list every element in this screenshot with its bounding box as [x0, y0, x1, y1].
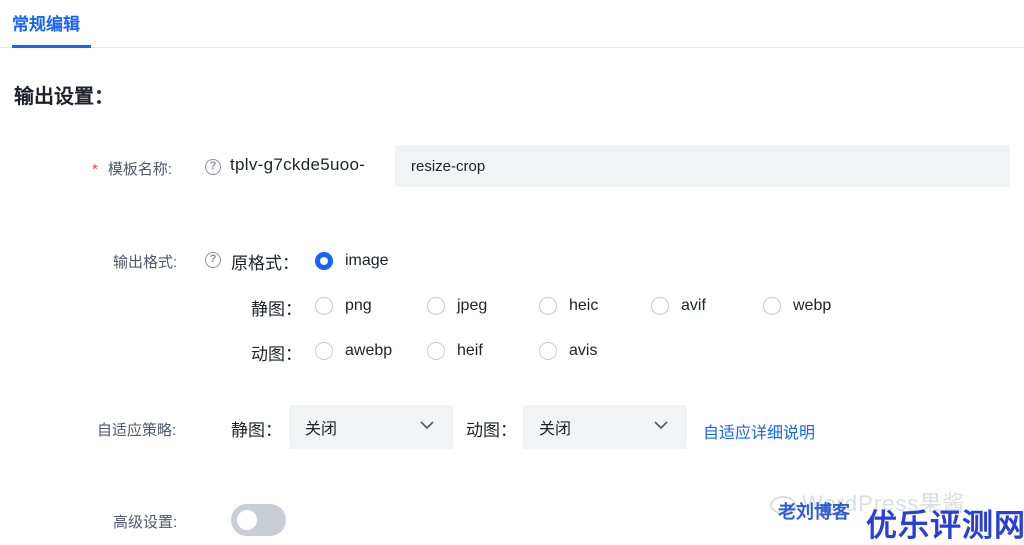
radio-label: avif: [681, 297, 706, 314]
radio-png[interactable]: png: [315, 297, 372, 315]
chevron-down-icon: [654, 421, 668, 430]
radio-circle[interactable]: [539, 297, 557, 315]
radio-label: webp: [793, 297, 832, 314]
advanced-settings-label: 高级设置:: [113, 514, 178, 531]
radio-circle[interactable]: [315, 342, 333, 360]
radio-circle[interactable]: [315, 297, 333, 315]
static-format-label: 静图：: [251, 300, 302, 319]
help-icon[interactable]: ?: [205, 252, 221, 268]
adaptive-help-link[interactable]: 自适应详细说明: [703, 419, 815, 443]
radio-label: avis: [569, 342, 598, 359]
adaptive-static-label: 静图：: [231, 421, 282, 440]
template-name-input[interactable]: [395, 145, 1010, 187]
radio-label: png: [345, 297, 372, 314]
radio-label: awebp: [345, 342, 393, 359]
help-icon[interactable]: ?: [205, 159, 221, 175]
radio-circle[interactable]: [315, 252, 333, 270]
template-name-prefix: tplv-g7ckde5uoo-: [230, 155, 366, 174]
radio-avis[interactable]: avis: [539, 342, 597, 360]
adaptive-animated-select[interactable]: 关闭: [523, 405, 687, 449]
radio-label: image: [345, 252, 389, 269]
template-name-label: 模板名称:: [107, 161, 173, 178]
select-value: 关闭: [305, 421, 338, 438]
radio-avif[interactable]: avif: [651, 297, 706, 315]
advanced-settings-toggle[interactable]: [231, 504, 286, 536]
radio-heif[interactable]: heif: [427, 342, 483, 360]
watermark-site: 优乐评测网: [866, 508, 1024, 543]
radio-circle[interactable]: [539, 342, 557, 360]
tab-general-edit[interactable]: 常规编辑: [12, 10, 80, 35]
radio-jpeg[interactable]: jpeg: [427, 297, 487, 315]
radio-circle[interactable]: [427, 342, 445, 360]
radio-label: heic: [569, 297, 599, 314]
adaptive-strategy-label: 自适应策略:: [97, 422, 177, 439]
tab-bar: 常规编辑: [0, 0, 1024, 48]
output-format-label: 输出格式:: [113, 254, 178, 271]
radio-label: jpeg: [457, 297, 488, 314]
toggle-knob: [237, 510, 257, 530]
original-format-label: 原格式：: [231, 254, 299, 273]
radio-circle[interactable]: [427, 297, 445, 315]
radio-webp[interactable]: webp: [763, 297, 831, 315]
template-name-label-row: * 模板名称:: [92, 158, 172, 179]
required-asterisk: *: [92, 161, 98, 178]
radio-circle[interactable]: [763, 297, 781, 315]
active-tab-indicator: [12, 45, 91, 48]
adaptive-animated-label: 动图：: [466, 421, 517, 440]
radio-image[interactable]: image: [315, 252, 389, 270]
watermark-blog: 老刘博客: [778, 502, 850, 522]
adaptive-static-select[interactable]: 关闭: [289, 405, 453, 449]
radio-label: heif: [457, 342, 483, 359]
select-value: 关闭: [539, 421, 572, 438]
radio-awebp[interactable]: awebp: [315, 342, 392, 360]
animated-format-label: 动图：: [251, 345, 302, 364]
radio-circle[interactable]: [651, 297, 669, 315]
chevron-down-icon: [420, 421, 434, 430]
radio-heic[interactable]: heic: [539, 297, 598, 315]
section-title: 输出设置：: [14, 86, 114, 108]
